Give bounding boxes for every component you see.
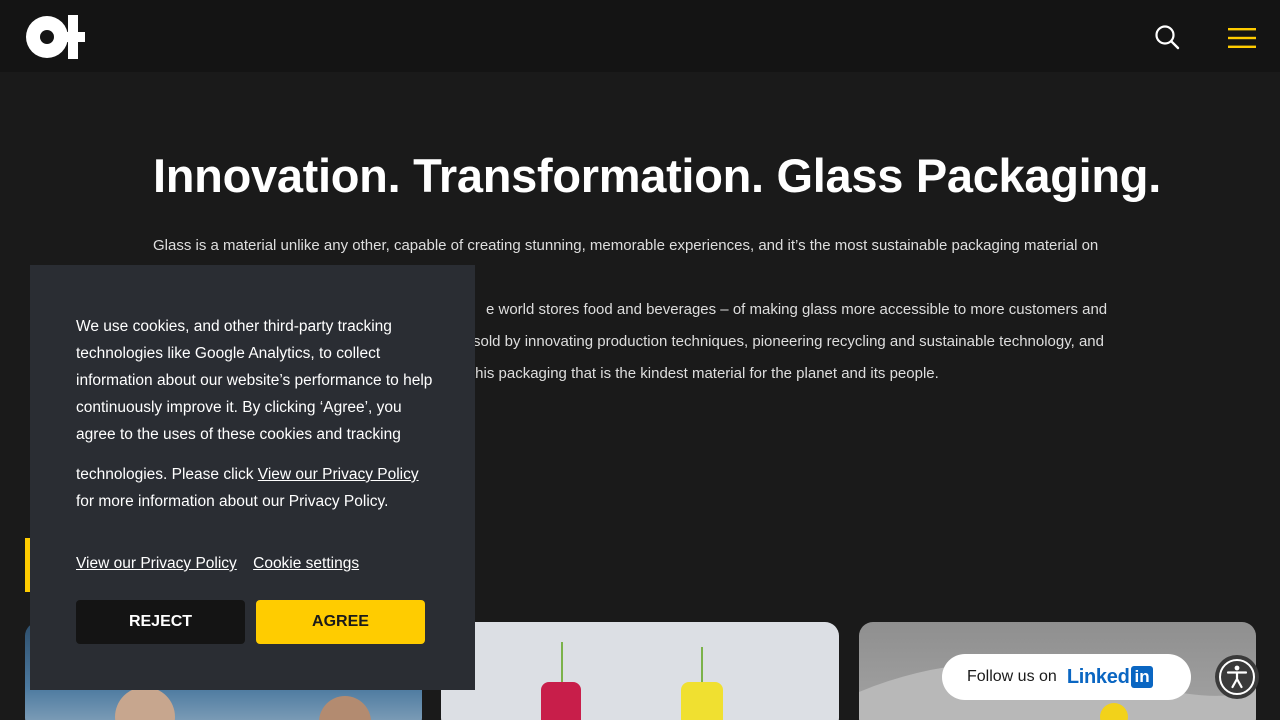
cookie-text-before: technologies. Please click	[76, 466, 258, 483]
cookie-consent-dialog: We use cookies, and other third-party tr…	[30, 265, 475, 690]
search-icon[interactable]	[1154, 24, 1180, 50]
bottles-image	[541, 642, 723, 720]
linkedin-logo-text: Linked	[1066, 665, 1130, 688]
cookie-message-continued: technologies. Please click View our Priv…	[76, 461, 436, 515]
cookie-links: View our Privacy Policy Cookie settings	[76, 555, 371, 573]
feature-card-bottles[interactable]	[441, 622, 839, 720]
privacy-policy-link[interactable]: View our Privacy Policy	[76, 555, 237, 572]
cookie-settings-link[interactable]: Cookie settings	[253, 555, 359, 572]
linkedin-follow-button[interactable]: Follow us on Linked in	[942, 654, 1191, 700]
reject-button[interactable]: REJECT	[76, 600, 245, 644]
linkedin-logo-box: in	[1131, 666, 1153, 688]
inline-privacy-policy-link[interactable]: View our Privacy Policy	[258, 466, 419, 483]
agree-button[interactable]: AGREE	[256, 600, 425, 644]
hamburger-menu-icon[interactable]	[1228, 26, 1256, 50]
accessibility-button[interactable]	[1215, 655, 1259, 699]
cookie-message: We use cookies, and other third-party tr…	[76, 318, 433, 443]
follow-label: Follow us on	[967, 668, 1057, 685]
cookie-text-after: for more information about our Privacy P…	[76, 493, 389, 510]
accessibility-icon	[1219, 659, 1255, 695]
page-title: Innovation. Transformation. Glass Packag…	[153, 149, 1161, 202]
oi-logo[interactable]	[25, 15, 87, 59]
site-header	[0, 0, 1280, 72]
